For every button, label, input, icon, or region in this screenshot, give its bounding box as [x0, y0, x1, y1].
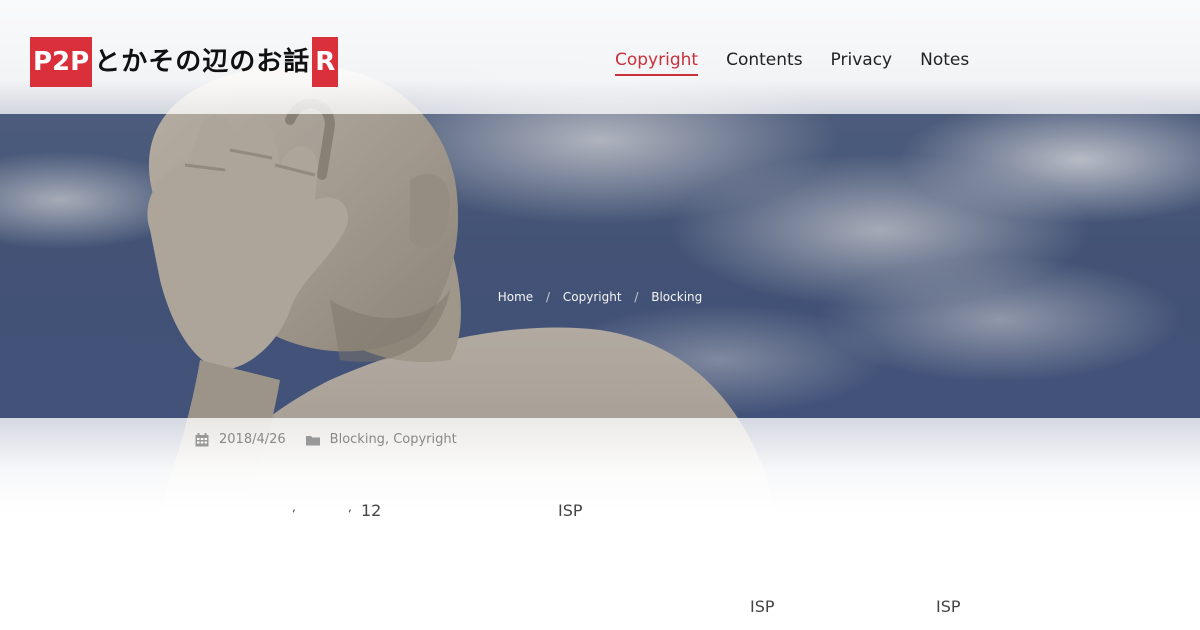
- folder-icon: [305, 435, 320, 445]
- breadcrumb-copyright[interactable]: Copyright: [563, 290, 622, 304]
- logo-title: とかその辺のお話: [94, 47, 311, 77]
- text-isp: ISP: [558, 501, 583, 520]
- breadcrumb-separator: /: [634, 290, 639, 304]
- nav-item-privacy[interactable]: Privacy: [831, 50, 893, 76]
- site-header: P2P とかその辺のお話 R Copyright Contents Privac…: [0, 0, 1200, 114]
- breadcrumb-separator: /: [546, 290, 551, 304]
- breadcrumb: Home / Copyright / Blocking: [0, 290, 1200, 304]
- text-comma: ,: [292, 500, 296, 514]
- category-separator: ,: [384, 432, 394, 447]
- text-comma: ,: [348, 500, 352, 514]
- nav-item-contents[interactable]: Contents: [726, 50, 802, 76]
- breadcrumb-current: Blocking: [651, 290, 703, 304]
- calendar-icon: [195, 432, 209, 446]
- category-blocking[interactable]: Blocking: [330, 432, 385, 447]
- logo-badge-left: P2P: [30, 37, 93, 87]
- text-isp: ISP: [936, 597, 961, 616]
- site-logo[interactable]: P2P とかその辺のお話 R: [30, 37, 339, 87]
- post-content: [0, 418, 1200, 630]
- logo-badge-right: R: [312, 37, 339, 87]
- category-copyright[interactable]: Copyright: [393, 432, 457, 447]
- main-nav: Copyright Contents Privacy Notes: [615, 50, 969, 76]
- breadcrumb-home[interactable]: Home: [498, 290, 533, 304]
- nav-item-notes[interactable]: Notes: [920, 50, 969, 76]
- post-date: 2018/4/26: [219, 432, 286, 447]
- nav-item-copyright[interactable]: Copyright: [615, 50, 699, 76]
- text-number: 12: [361, 501, 382, 520]
- text-isp: ISP: [750, 597, 775, 616]
- post-meta: 2018/4/26 Blocking , Copyright: [195, 432, 457, 447]
